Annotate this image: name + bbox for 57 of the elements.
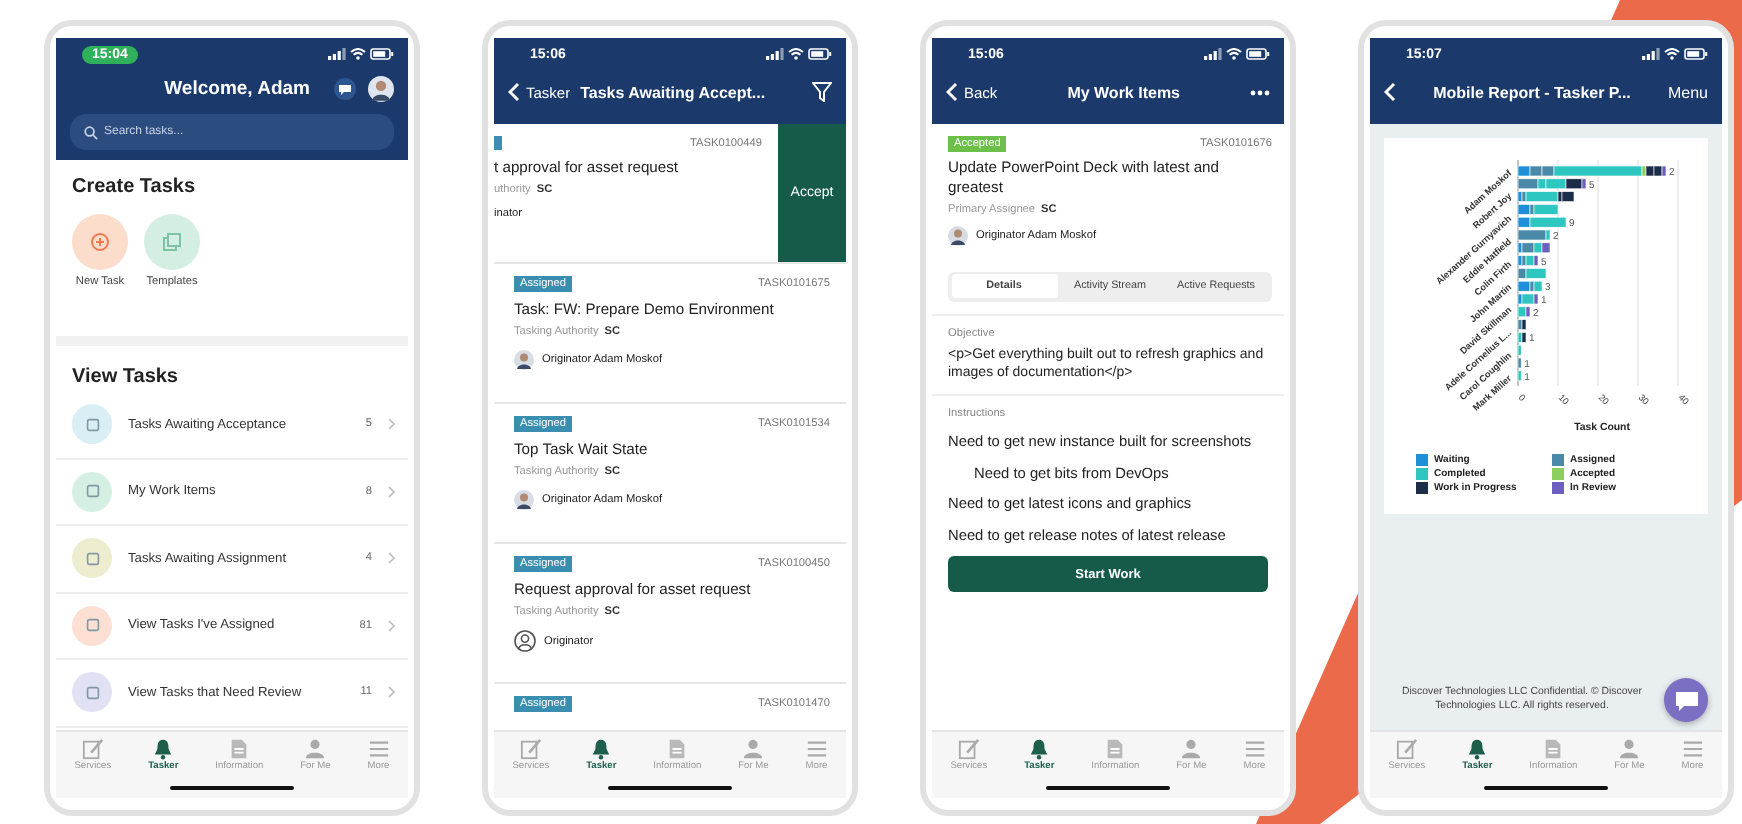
bell-icon	[152, 738, 175, 760]
signal-icon	[766, 48, 784, 60]
pencil-icon	[957, 738, 980, 760]
menu-icon	[1681, 738, 1704, 760]
pencil-icon	[519, 738, 542, 760]
document-icon	[666, 738, 689, 760]
signal-icon	[1642, 48, 1660, 60]
chevron-right-icon	[388, 619, 396, 632]
document-icon	[1542, 738, 1565, 760]
screen-title: Tasks Awaiting Accept...	[580, 83, 768, 101]
bell-icon	[590, 738, 613, 760]
screen-title: Mobile Report - Tasker P...	[1431, 83, 1633, 101]
chevron-right-icon	[388, 418, 396, 431]
section-heading: View Tasks	[70, 364, 180, 392]
status-tag	[494, 136, 502, 150]
menu-icon	[805, 738, 828, 760]
person-icon	[304, 738, 327, 760]
welcome-title: Welcome, Adam	[162, 77, 310, 99]
wifi-icon	[788, 48, 804, 60]
battery-icon	[370, 48, 394, 60]
back-button[interactable]	[1384, 82, 1396, 102]
menu-button[interactable]: Menu	[1667, 83, 1708, 101]
chat-button[interactable]	[1664, 678, 1708, 722]
profile-avatar[interactable]	[368, 75, 394, 101]
chevron-left-icon	[946, 82, 958, 102]
search-icon	[84, 125, 98, 139]
screen-title: My Work Items	[1065, 83, 1182, 101]
person-icon	[1180, 738, 1203, 760]
pencil-icon	[1395, 738, 1418, 760]
bell-icon	[1466, 738, 1489, 760]
battery-icon	[808, 48, 832, 60]
menu-icon	[1243, 738, 1266, 760]
filter-icon[interactable]	[812, 82, 832, 102]
more-icon[interactable]	[1250, 89, 1270, 95]
chevron-left-icon	[508, 82, 520, 102]
chevron-right-icon	[388, 686, 396, 699]
chevron-left-icon	[1384, 82, 1396, 102]
person-icon	[1618, 738, 1641, 760]
pencil-icon	[81, 738, 104, 760]
signal-icon	[328, 48, 346, 60]
section-heading: Create Tasks	[72, 176, 198, 198]
chat-icon[interactable]	[334, 77, 356, 99]
person-avatar	[948, 225, 968, 246]
wifi-icon	[1664, 48, 1680, 60]
battery-icon	[1684, 48, 1708, 60]
chevron-right-icon	[388, 485, 396, 498]
wifi-icon	[350, 48, 366, 60]
battery-icon	[1246, 48, 1270, 60]
signal-icon	[1204, 48, 1222, 60]
bell-icon	[1028, 738, 1051, 760]
menu-icon	[367, 738, 390, 760]
document-icon	[1104, 738, 1127, 760]
chat-icon	[1673, 689, 1699, 711]
wifi-icon	[1226, 48, 1242, 60]
document-icon	[228, 738, 251, 760]
person-icon	[742, 738, 765, 760]
chevron-right-icon	[388, 552, 396, 565]
